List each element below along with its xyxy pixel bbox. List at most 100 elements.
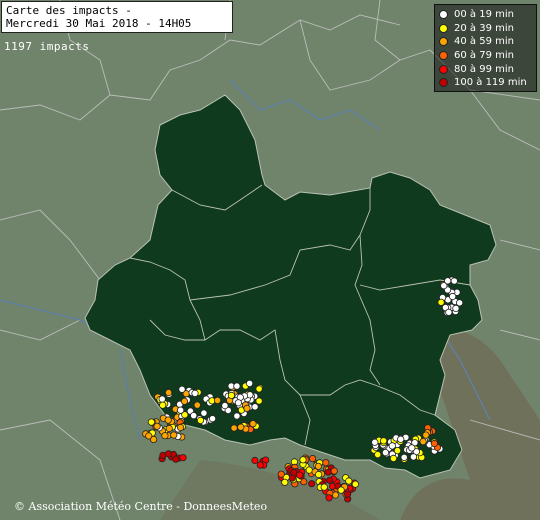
impact-dot <box>308 454 317 463</box>
impact-dot <box>237 423 245 431</box>
legend-dot <box>439 78 448 88</box>
legend-item: 60 à 79 min <box>439 49 532 63</box>
impact-dot <box>251 403 259 411</box>
impact-dot <box>234 399 242 407</box>
impact-dot <box>325 494 333 502</box>
map-title-line2: Mercredi 30 Mai 2018 - 14H05 <box>6 17 192 30</box>
impact-dot <box>388 442 396 450</box>
impact-dot <box>208 415 217 423</box>
legend-dot <box>439 51 448 61</box>
impact-dot <box>393 446 402 455</box>
legend-item: 100 à 119 min <box>439 76 532 90</box>
legend-label: 80 à 99 min <box>454 63 514 75</box>
impact-dot <box>180 397 189 405</box>
impact-dot <box>172 455 180 463</box>
impact-dot <box>408 444 416 452</box>
impact-dot <box>145 432 153 440</box>
legend-label: 20 à 39 min <box>454 22 514 34</box>
impact-dot <box>251 456 259 465</box>
impact-dot <box>330 467 338 475</box>
impact-dot <box>345 477 353 485</box>
impact-dot <box>193 401 201 409</box>
impact-dot <box>177 423 185 432</box>
legend: 00 à 19 min 20 à 39 min 40 à 59 min 60 à… <box>434 4 537 92</box>
impact-dot <box>455 299 464 307</box>
impact-dot <box>288 474 296 482</box>
impact-dot <box>337 486 345 494</box>
impact-dot <box>281 478 289 486</box>
legend-label: 00 à 19 min <box>454 9 514 21</box>
legend-dot <box>439 64 448 74</box>
impact-dot <box>256 461 264 469</box>
impact-dot <box>200 409 208 417</box>
impact-dot <box>374 450 382 459</box>
impact-dot <box>191 389 199 397</box>
legend-item: 20 à 39 min <box>439 22 532 36</box>
impact-dot <box>322 459 330 467</box>
impact-dot <box>230 424 238 432</box>
impact-dot <box>419 437 427 446</box>
impact-dot <box>445 308 453 316</box>
impact-dot <box>379 437 388 445</box>
impact-dot <box>409 453 418 461</box>
impact-dot <box>397 435 405 443</box>
impact-dot <box>430 439 438 448</box>
impact-dot <box>448 292 457 301</box>
impact-count: 1197 impacts <box>4 40 90 53</box>
impact-dot <box>165 424 173 433</box>
map-title-box: Carte des impacts - Mercredi 30 Mai 2018… <box>1 1 233 33</box>
impact-dot <box>277 470 285 478</box>
impact-dot <box>221 401 229 410</box>
legend-item: 80 à 99 min <box>439 62 532 76</box>
impact-dot <box>170 431 178 439</box>
impact-dot <box>153 422 161 430</box>
map-title-line1: Carte des impacts - <box>6 4 132 17</box>
impact-dot <box>164 416 172 424</box>
impact-map: Carte des impacts - Mercredi 30 Mai 2018… <box>0 0 540 520</box>
impact-dot <box>299 456 307 464</box>
impact-dot <box>190 411 198 420</box>
legend-label: 60 à 79 min <box>454 50 514 62</box>
impact-dot <box>324 468 332 476</box>
legend-dot <box>439 23 448 33</box>
impact-dot <box>326 476 334 484</box>
impact-dot <box>452 304 460 312</box>
impact-dot <box>165 388 173 397</box>
impact-dot <box>255 385 263 393</box>
impact-dot <box>179 454 187 462</box>
impact-dot <box>314 470 323 479</box>
impact-dot <box>233 412 241 420</box>
impact-dot <box>177 406 185 414</box>
impact-dot <box>450 277 458 285</box>
impact-dot <box>308 480 316 488</box>
impact-dot <box>147 418 155 426</box>
legend-dot <box>439 10 448 20</box>
impact-dot <box>159 401 167 409</box>
impact-dot <box>437 298 445 306</box>
impact-dot <box>351 480 359 488</box>
impact-dot <box>314 462 322 470</box>
impact-dot <box>164 450 173 458</box>
impact-dot <box>381 448 390 457</box>
legend-label: 40 à 59 min <box>454 36 514 48</box>
legend-item: 00 à 19 min <box>439 8 532 22</box>
impact-dot <box>213 396 222 404</box>
legend-dot <box>439 37 448 47</box>
impact-dot <box>305 466 313 474</box>
impact-dot <box>227 391 235 399</box>
impact-dot <box>246 379 254 387</box>
impact-dot <box>296 471 304 479</box>
legend-item: 40 à 59 min <box>439 35 532 49</box>
impact-dot <box>343 490 352 498</box>
impact-dot <box>249 420 257 428</box>
impact-dot <box>243 404 251 412</box>
legend-label: 100 à 119 min <box>454 77 527 89</box>
impact-dot <box>389 454 398 462</box>
impact-dot <box>233 382 241 390</box>
impact-dot <box>158 395 166 403</box>
impact-dot <box>320 483 328 491</box>
impact-dot <box>178 385 186 393</box>
impact-dot <box>444 277 452 285</box>
credit-text: © Association Météo Centre - DonneesMete… <box>14 500 268 513</box>
impact-dot <box>196 416 205 424</box>
